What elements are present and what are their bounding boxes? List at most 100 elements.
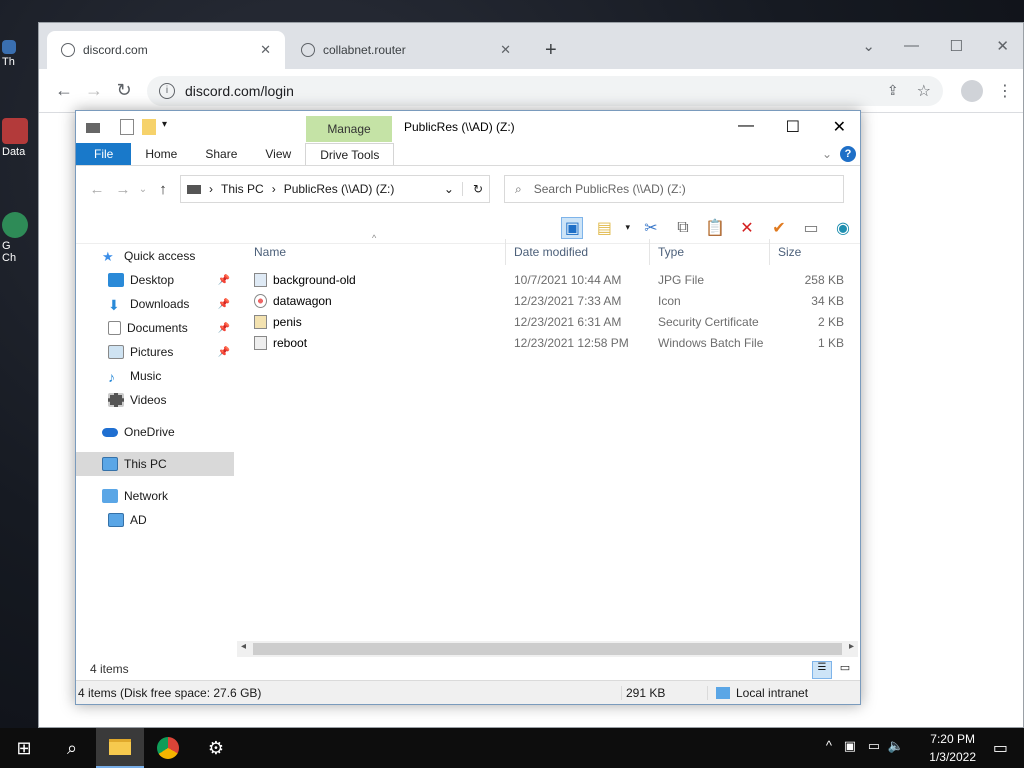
nav-label: Pictures — [130, 345, 174, 359]
network-icon[interactable]: ▭ — [868, 738, 880, 754]
refresh-icon[interactable]: ↻ — [461, 182, 483, 196]
breadcrumb-this-pc[interactable]: This PC — [221, 182, 264, 196]
nav-desktop[interactable]: Desktop 📌 — [76, 268, 234, 292]
column-size[interactable]: Size — [770, 239, 850, 265]
large-icons-view-icon[interactable]: ▭ — [836, 661, 854, 679]
desktop-icon[interactable]: Data — [2, 118, 36, 158]
back-icon[interactable]: ← — [84, 181, 110, 198]
avatar[interactable] — [961, 79, 983, 102]
chrome-tab-collabnet[interactable]: collabnet.router ✕ — [287, 31, 525, 69]
clock[interactable]: 7:20 PM 1/3/2022 — [929, 730, 976, 766]
tab-view[interactable]: View — [251, 143, 305, 165]
properties-icon[interactable] — [120, 119, 134, 135]
scroll-thumb[interactable] — [253, 643, 842, 655]
minimize-icon[interactable]: — — [904, 37, 919, 54]
maximize-icon[interactable]: ☐ — [786, 117, 800, 137]
minimize-icon[interactable]: — — [738, 117, 754, 135]
computer-icon — [102, 457, 118, 471]
back-icon[interactable]: ← — [49, 80, 79, 101]
manage-context-tab[interactable]: Manage — [306, 116, 392, 142]
show-hidden-icons-icon[interactable]: ^ — [826, 738, 832, 753]
column-type[interactable]: Type — [650, 239, 770, 265]
file-name-text: datawagon — [273, 293, 332, 308]
file-name[interactable]: background-old — [246, 272, 506, 287]
file-explorer-icon[interactable] — [96, 728, 144, 768]
search-icon[interactable]: ⌕ — [48, 728, 96, 768]
horizontal-scrollbar[interactable]: ◂ ▸ — [237, 641, 858, 657]
close-tab-icon[interactable]: ✕ — [500, 42, 511, 58]
new-folder-icon[interactable] — [142, 119, 156, 135]
nav-downloads[interactable]: ⬇ Downloads 📌 — [76, 292, 234, 316]
chrome-tab-discord[interactable]: discord.com ✕ — [47, 31, 285, 69]
menu-icon[interactable]: ⋮ — [997, 81, 1013, 101]
file-date: 12/23/2021 6:31 AM — [514, 314, 622, 329]
views-icon[interactable]: ▤ — [593, 217, 615, 239]
network-globe-icon[interactable]: ◉ — [832, 217, 854, 239]
desktop-icon[interactable]: Th — [2, 40, 36, 68]
new-tab-button[interactable]: + — [531, 31, 571, 69]
nav-documents[interactable]: Documents 📌 — [76, 316, 234, 340]
table-row[interactable]: penis 12/23/2021 6:31 AM Security Certific… — [246, 311, 858, 332]
url-bar[interactable]: i discord.com/login ⇪ ☆ — [147, 75, 943, 106]
cut-icon[interactable]: ✂ — [640, 217, 662, 239]
tab-home[interactable]: Home — [131, 143, 191, 165]
table-row[interactable]: background-old 10/7/2021 10:44 AM JPG File… — [246, 269, 858, 290]
file-name[interactable]: penis — [246, 314, 506, 329]
preview-pane-icon[interactable]: ▣ — [561, 216, 584, 239]
table-row[interactable]: reboot 12/23/2021 12:58 PM Windows Batch F… — [246, 332, 858, 353]
share-icon[interactable]: ⇪ — [887, 82, 899, 99]
scroll-right-icon[interactable]: ▸ — [849, 641, 854, 652]
nav-videos[interactable]: Videos — [76, 388, 234, 412]
chrome-icon[interactable] — [144, 728, 192, 768]
address-dropdown-icon[interactable]: ⌄ — [444, 182, 454, 196]
close-icon[interactable]: ✕ — [833, 117, 846, 137]
column-date[interactable]: Date modified — [506, 239, 650, 265]
expand-ribbon-icon[interactable]: ⌄ — [822, 147, 832, 161]
file-size: 2 KB — [817, 314, 844, 329]
paste-icon[interactable]: 📋 — [704, 217, 726, 239]
table-row[interactable]: datawagon 12/23/2021 7:33 AM Icon 34 KB — [246, 290, 858, 311]
tab-search-icon[interactable]: ⌄ — [862, 37, 875, 55]
up-icon[interactable]: ↑ — [150, 181, 176, 198]
nav-pictures[interactable]: Pictures 📌 — [76, 340, 234, 364]
file-name[interactable]: datawagon — [246, 293, 506, 308]
breadcrumb-publicres[interactable]: PublicRes (\\AD) (Z:) — [284, 182, 395, 196]
nav-ad[interactable]: AD — [76, 508, 234, 532]
column-name[interactable]: Name ^ — [246, 233, 506, 265]
nav-network[interactable]: Network — [76, 484, 234, 508]
file-name[interactable]: reboot — [246, 335, 506, 350]
delete-icon[interactable]: ✕ — [736, 217, 758, 239]
notification-icon[interactable]: ▭ — [993, 738, 1008, 758]
customize-qat-icon[interactable]: ▾ — [162, 119, 167, 130]
nav-onedrive[interactable]: OneDrive — [76, 420, 234, 444]
info-icon[interactable]: i — [159, 82, 175, 99]
search-box[interactable]: ⌕ Search PublicRes (\\AD) (Z:) — [504, 175, 844, 203]
tab-drive-tools[interactable]: Drive Tools — [305, 143, 395, 165]
copy-icon[interactable]: ⧉ — [672, 217, 694, 239]
star-icon[interactable]: ☆ — [917, 81, 931, 101]
forward-icon[interactable]: → — [110, 181, 136, 198]
settings-icon[interactable]: ⚙ — [192, 728, 240, 768]
scroll-left-icon[interactable]: ◂ — [241, 641, 246, 652]
properties-icon[interactable]: ▭ — [800, 217, 822, 239]
close-icon[interactable]: ✕ — [996, 37, 1009, 55]
rename-check-icon[interactable]: ✔ — [768, 217, 790, 239]
nav-quick-access[interactable]: ★ Quick access — [76, 244, 234, 268]
tab-share[interactable]: Share — [191, 143, 251, 165]
maximize-icon[interactable]: ☐ — [950, 37, 963, 55]
nav-music[interactable]: ♪ Music — [76, 364, 234, 388]
nav-this-pc[interactable]: This PC — [76, 452, 234, 476]
address-bar[interactable]: › This PC › PublicRes (\\AD) (Z:) ⌄ ↻ — [180, 175, 490, 203]
windows-start-icon[interactable]: ⊞ — [0, 728, 48, 768]
desktop-icon[interactable]: G Ch — [2, 212, 36, 264]
reload-icon[interactable]: ↻ — [109, 80, 139, 101]
tab-file[interactable]: File — [76, 143, 132, 165]
views-dropdown-icon[interactable]: ▾ — [625, 222, 630, 233]
forward-icon[interactable]: → — [79, 80, 109, 101]
details-view-icon[interactable]: ☰ — [812, 661, 832, 679]
close-tab-icon[interactable]: ✕ — [260, 42, 271, 58]
help-icon[interactable]: ? — [840, 146, 856, 162]
volume-icon[interactable]: 🔈 — [888, 738, 904, 754]
tray-app-icon[interactable]: ▣ — [844, 738, 856, 754]
recent-locations-icon[interactable]: ⌄ — [136, 184, 150, 195]
